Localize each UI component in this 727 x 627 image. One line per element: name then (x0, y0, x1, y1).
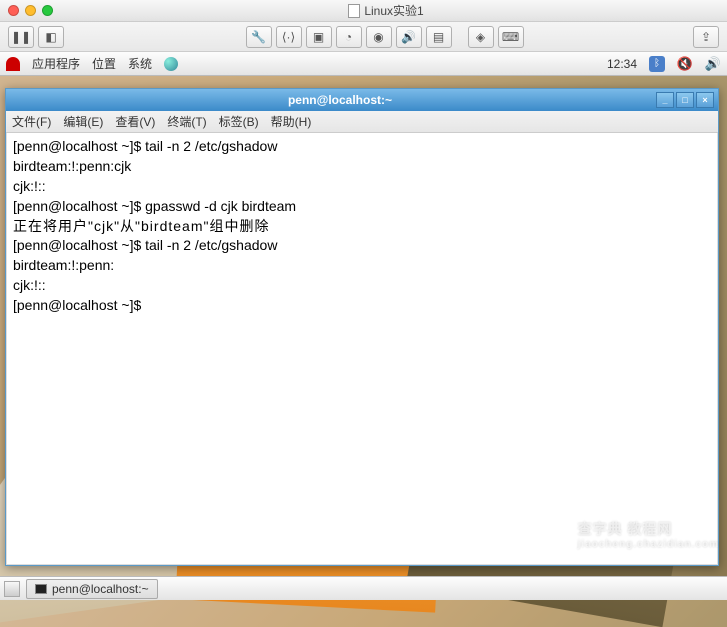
term-line: birdteam:!:penn:cjk (13, 158, 131, 174)
resize-button[interactable]: ⟨·⟩ (276, 26, 302, 48)
taskbar-item[interactable]: penn@localhost:~ (26, 579, 158, 599)
term-line: [penn@localhost ~]$ (13, 297, 145, 313)
terminal-menubar: 文件(F) 编辑(E) 查看(V) 终端(T) 标签(B) 帮助(H) (6, 111, 718, 133)
disk-button[interactable]: ◔ (336, 26, 362, 48)
menu-system[interactable]: 系统 (128, 55, 152, 72)
term-line: 正在将用户"cjk"从"birdteam"组中删除 (13, 218, 269, 234)
document-icon (348, 4, 360, 18)
term-line: cjk:!:: (13, 277, 46, 293)
host-titlebar: Linux实验1 (0, 0, 727, 22)
menu-terminal[interactable]: 终端(T) (167, 113, 206, 130)
host-title: Linux实验1 (53, 2, 719, 19)
menu-applications[interactable]: 应用程序 (32, 55, 80, 72)
snapshot-button[interactable]: ◧ (38, 26, 64, 48)
terminal-icon (35, 584, 47, 594)
terminal-window: penn@localhost:~ _ □ × 文件(F) 编辑(E) 查看(V)… (5, 88, 719, 566)
gnome-top-panel: 应用程序 位置 系统 12:34 ᛒ 🔇 🔊 (0, 52, 727, 76)
terminal-output[interactable]: [penn@localhost ~]$ tail -n 2 /etc/gshad… (6, 133, 718, 565)
term-line: birdteam:!:penn: (13, 257, 114, 273)
share-button[interactable]: ⇪ (693, 26, 719, 48)
traffic-lights (8, 5, 53, 16)
menu-places[interactable]: 位置 (92, 55, 116, 72)
redhat-icon[interactable] (6, 57, 20, 71)
volume-icon[interactable]: 🔊 (705, 56, 721, 72)
minimize-icon[interactable] (25, 5, 36, 16)
term-line: [penn@localhost ~]$ tail -n 2 /etc/gshad… (13, 237, 277, 253)
bluetooth-icon[interactable]: ᛒ (649, 56, 665, 72)
settings-button[interactable]: 🔧 (246, 26, 272, 48)
network-button[interactable]: ▤ (426, 26, 452, 48)
menu-help[interactable]: 帮助(H) (271, 113, 312, 130)
host-title-text: Linux实验1 (364, 2, 423, 19)
close-button[interactable]: × (696, 92, 714, 108)
network-icon[interactable]: 🔇 (677, 56, 693, 72)
clock-text[interactable]: 12:34 (607, 57, 637, 71)
taskbar-item-label: penn@localhost:~ (52, 582, 149, 596)
term-line: [penn@localhost ~]$ tail -n 2 /etc/gshad… (13, 138, 277, 154)
watermark-main: 查字典 教程网 (578, 521, 673, 537)
mouse-button[interactable]: ◈ (468, 26, 494, 48)
terminal-title: penn@localhost:~ (26, 93, 654, 107)
watermark: 查字典 教程网 jiaocheng.chazidian.com (578, 519, 719, 550)
show-desktop-button[interactable] (4, 581, 20, 597)
pause-button[interactable]: ❚❚ (8, 26, 34, 48)
terminal-titlebar[interactable]: penn@localhost:~ _ □ × (6, 89, 718, 111)
fullscreen-button[interactable]: ▣ (306, 26, 332, 48)
term-line: cjk:!:: (13, 178, 46, 194)
audio-button[interactable]: 🔊 (396, 26, 422, 48)
gnome-bottom-panel: penn@localhost:~ (0, 576, 727, 600)
term-line: [penn@localhost ~]$ gpasswd -d cjk birdt… (13, 198, 296, 214)
browser-icon[interactable] (164, 57, 178, 71)
close-icon[interactable] (8, 5, 19, 16)
cdrom-button[interactable]: ◉ (366, 26, 392, 48)
menu-file[interactable]: 文件(F) (12, 113, 51, 130)
menu-tabs[interactable]: 标签(B) (219, 113, 259, 130)
menu-view[interactable]: 查看(V) (115, 113, 155, 130)
vm-toolbar: ❚❚ ◧ 🔧 ⟨·⟩ ▣ ◔ ◉ 🔊 ▤ ◈ ⌨ ⇪ (0, 22, 727, 52)
desktop-area: penn@localhost:~ _ □ × 文件(F) 编辑(E) 查看(V)… (0, 76, 727, 576)
watermark-sub: jiaocheng.chazidian.com (578, 539, 719, 550)
maximize-button[interactable]: □ (676, 92, 694, 108)
minimize-button[interactable]: _ (656, 92, 674, 108)
zoom-icon[interactable] (42, 5, 53, 16)
keyboard-button[interactable]: ⌨ (498, 26, 524, 48)
menu-edit[interactable]: 编辑(E) (63, 113, 103, 130)
